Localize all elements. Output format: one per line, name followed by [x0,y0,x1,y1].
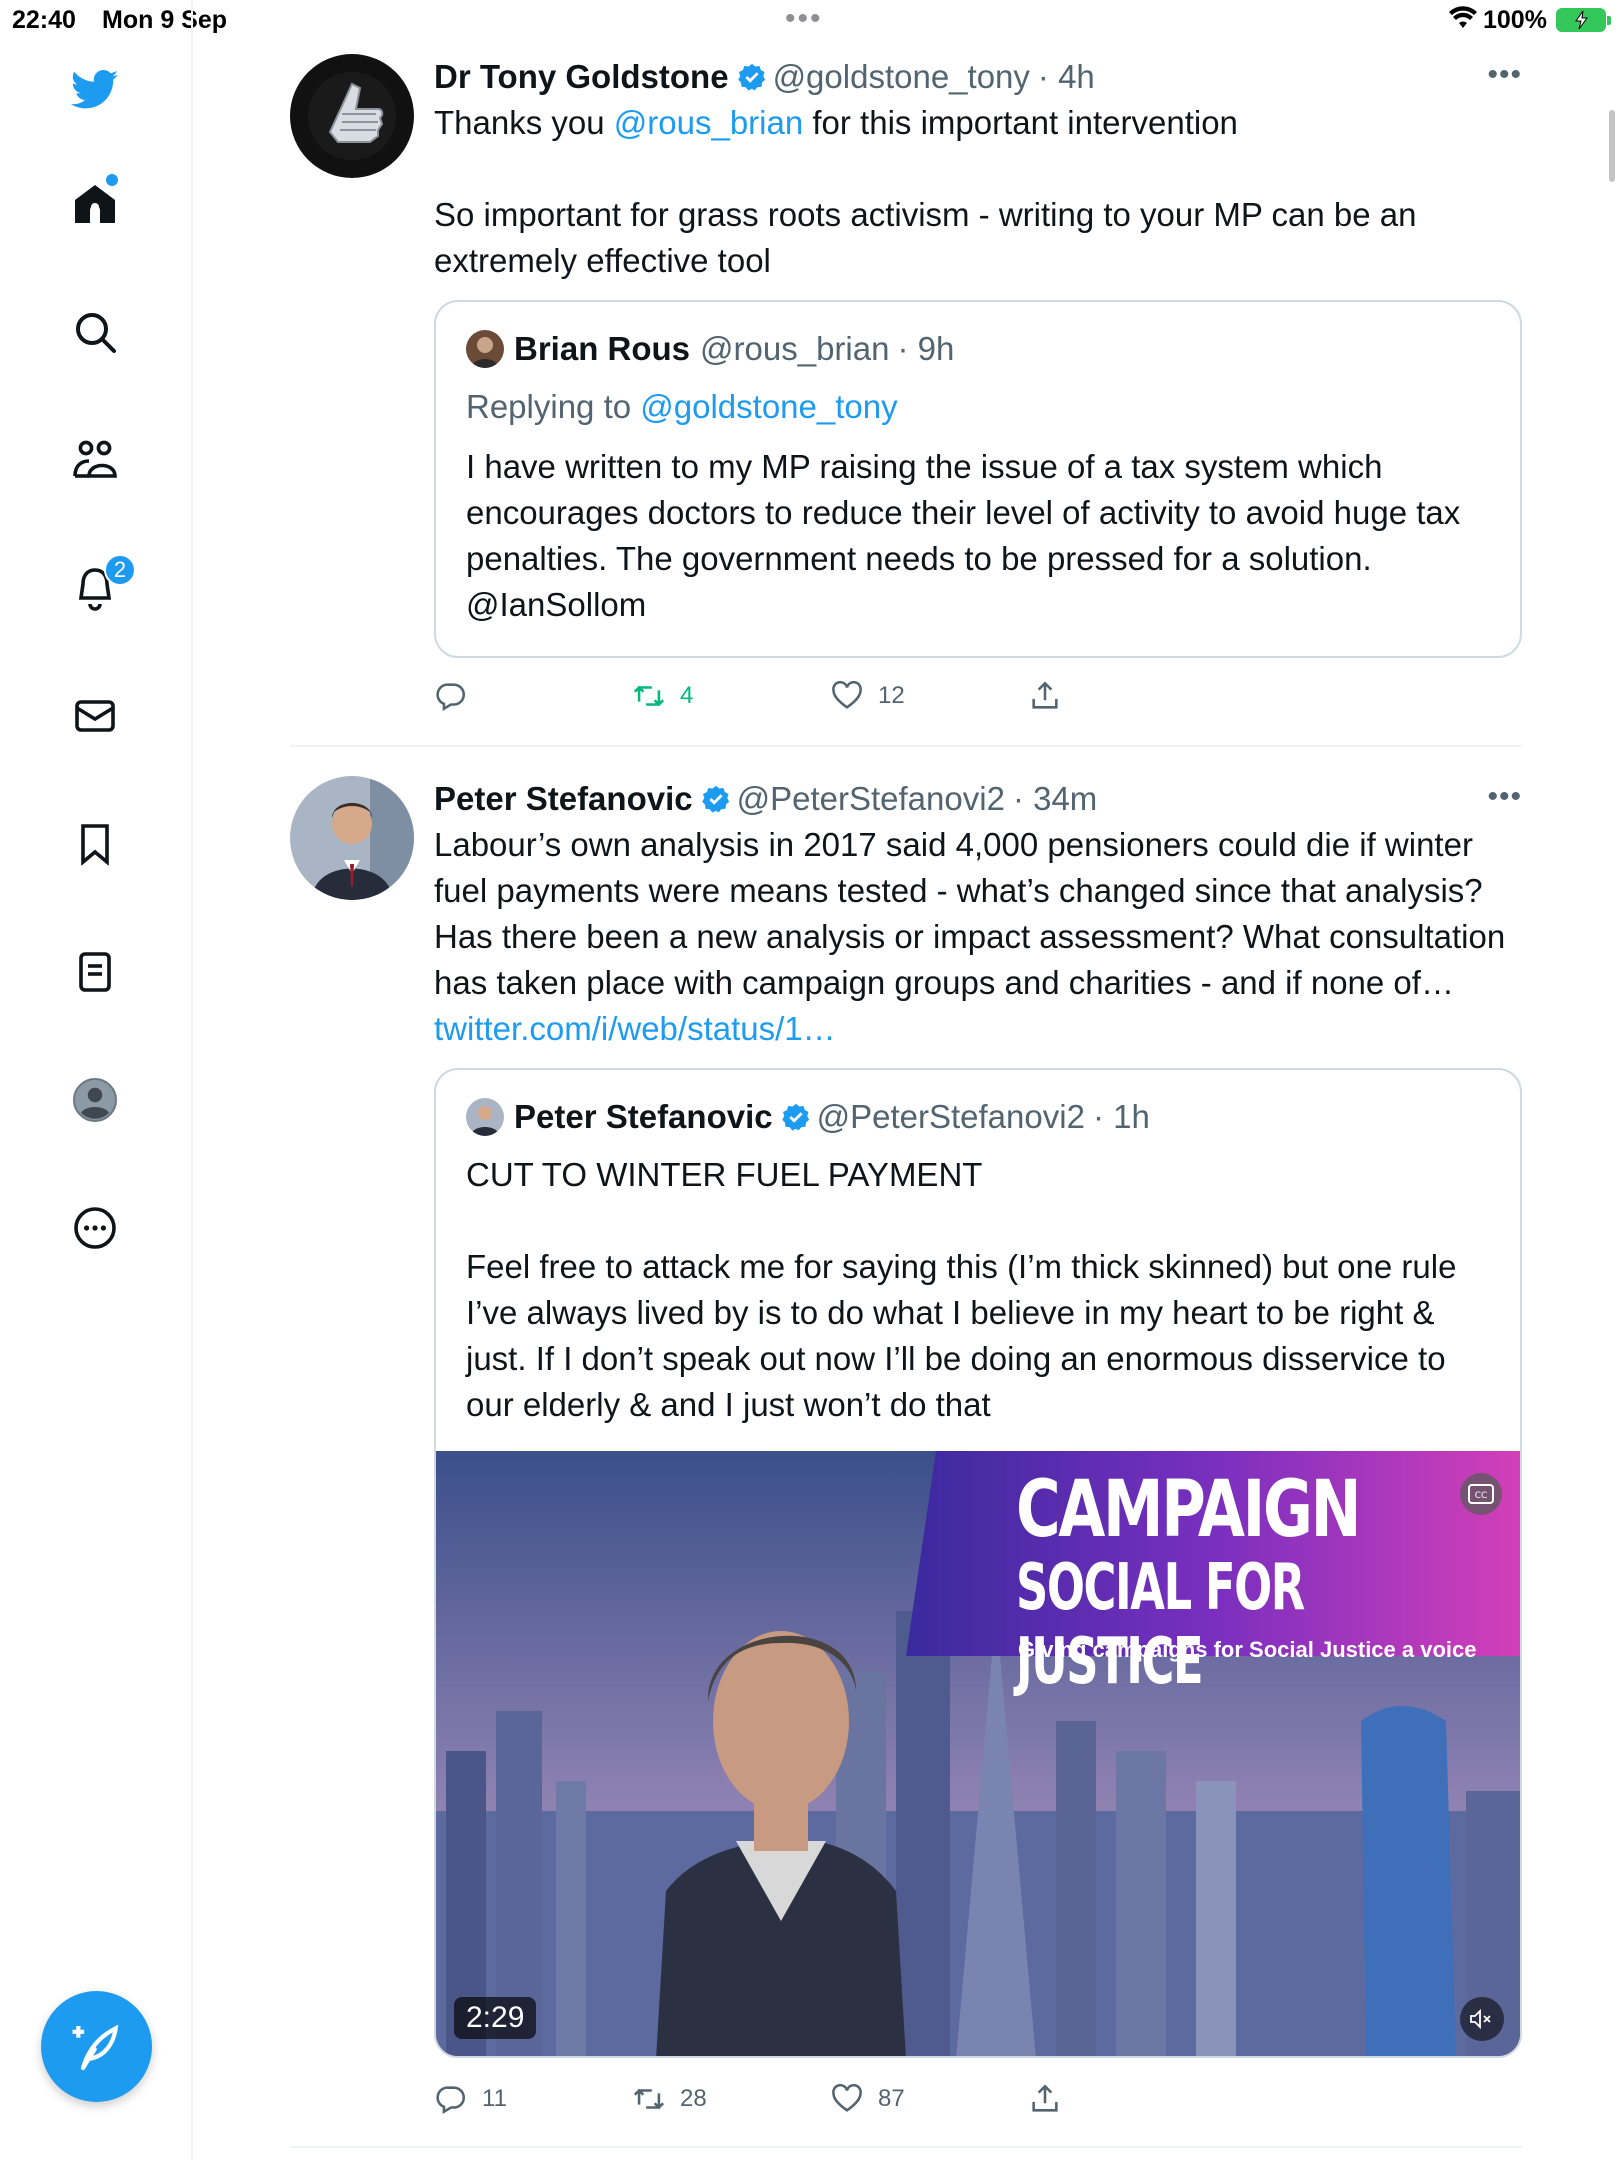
battery-percent: 100% [1483,6,1547,34]
tweet-header: Dr Tony Goldstone @goldstone_tony · 4h [434,54,1522,100]
quoted-tweet-text: I have written to my MP raising the issu… [466,448,1470,623]
tweet-link[interactable]: twitter.com/i/web/status/1… [434,1010,836,1047]
profile-icon[interactable] [66,1071,124,1129]
compose-tweet-icon [72,2024,118,2070]
quoted-avatar [466,330,504,368]
quoted-author-name: Peter Stefanovic [514,1098,773,1135]
quoted-tweet[interactable]: Brian Rous @rous_brian · 9h Replying to … [434,300,1522,658]
heart-icon [832,680,862,709]
tweet-actions: 11 28 87 [434,2082,1134,2122]
verified-badge-icon [701,785,729,813]
sidebar-nav: 2 [0,0,193,2160]
author-name[interactable]: Peter Stefanovic [434,780,693,818]
retweet-count: 28 [680,2085,707,2112]
replying-label: Replying to [466,388,641,425]
reply-icon [436,683,466,712]
video-duration: 2:29 [454,1997,537,2039]
quoted-author-handle: @PeterStefanovi2 [816,1098,1085,1135]
share-button[interactable] [1028,2082,1062,2116]
video-banner-subtitle: SOCIAL FOR JUSTICE [1016,1551,1305,1699]
video-player[interactable]: CAMPAIGN SOCIAL FOR JUSTICE Giving campa… [436,1451,1520,2056]
twitter-logo-icon[interactable] [66,60,124,118]
retweet-count: 4 [680,682,694,709]
quoted-avatar [466,1098,504,1136]
tweet-header: Peter Stefanovic @PeterStefanovi2 · 34m [434,776,1522,822]
quoted-tweet-time: · 1h [1092,1098,1150,1135]
avatar[interactable] [290,54,414,178]
captions-icon: CC [1468,1484,1494,1504]
retweet-button[interactable]: 28 [632,2082,707,2116]
quoted-tweet[interactable]: Peter Stefanovic @PeterStefanovi2 · 1h C… [434,1068,1522,2058]
tweet[interactable]: Dr Tony Goldstone @goldstone_tony · 4h •… [290,54,1522,714]
tweet-text: Labour’s own analysis in 2017 said 4,000… [434,822,1522,1052]
tweet-actions: 4 12 [434,679,1134,719]
author-handle[interactable]: @PeterStefanovi2 [737,780,1005,818]
status-bar: 22:40 Mon 9 Sep ••• 100% [0,0,1620,40]
more-icon[interactable] [66,1199,124,1257]
battery-icon [1556,8,1611,32]
tweet-time[interactable]: · 4h [1038,58,1095,96]
captions-button[interactable]: CC [1460,1473,1502,1515]
like-count: 87 [878,2085,905,2112]
tweet-text: Thanks you @rous_brian for this importan… [434,100,1522,284]
more-options-icon[interactable]: ••• [1487,58,1522,92]
communities-icon[interactable] [66,431,124,489]
retweet-icon [633,2088,665,2110]
tweet-text-main: Labour’s own analysis in 2017 said 4,000… [434,826,1515,1001]
svg-text:CC: CC [1475,1491,1488,1501]
share-icon [1032,2084,1058,2112]
scrollbar[interactable] [1609,110,1615,182]
muted-speaker-icon [1470,2008,1491,2030]
tweet[interactable]: Peter Stefanovic @PeterStefanovi2 · 34m … [290,776,1522,2146]
quoted-tweet-time: · 9h [897,330,955,367]
notifications-badge: 2 [104,554,136,586]
compose-tweet-button[interactable] [41,1991,152,2102]
tweet-time[interactable]: · 34m [1013,780,1097,818]
lists-icon[interactable] [66,943,124,1001]
heart-icon [832,2083,862,2112]
mute-button[interactable] [1460,1997,1504,2041]
replying-to: Replying to @goldstone_tony [466,384,1496,430]
like-button[interactable]: 12 [830,679,905,713]
search-icon[interactable] [66,303,124,361]
quoted-tweet-text: CUT TO WINTER FUEL PAYMENT Feel free to … [466,1156,1457,1423]
quoted-tweet-header: Peter Stefanovic @PeterStefanovi2 · 1h [466,1098,1150,1136]
video-banner-title: CAMPAIGN [1016,1465,1361,1555]
author-handle[interactable]: @goldstone_tony [773,58,1030,96]
tweet-divider [290,2146,1522,2148]
share-button[interactable] [1028,679,1062,713]
avatar[interactable] [290,776,414,900]
video-banner-tagline: Giving campaigns for Social Justice a vo… [1018,1637,1477,1662]
tweet-text-prefix: Thanks you [434,104,614,141]
mention-link[interactable]: @rous_brian [614,104,803,141]
quoted-tweet-header: Brian Rous @rous_brian · 9h [466,330,954,368]
verified-badge-icon [737,63,765,91]
reply-button[interactable] [434,679,482,713]
reply-count: 11 [482,2085,507,2112]
more-options-icon[interactable]: ••• [1487,780,1522,814]
reply-icon [436,2086,466,2115]
wifi-icon [1449,6,1477,28]
reply-button[interactable]: 11 [434,2082,507,2116]
replying-to-link[interactable]: @goldstone_tony [640,388,897,425]
home-unread-dot [106,174,118,186]
bookmarks-icon[interactable] [66,815,124,873]
quoted-author-name: Brian Rous [514,330,691,367]
author-name[interactable]: Dr Tony Goldstone [434,58,729,96]
messages-icon[interactable] [66,687,124,745]
share-icon [1032,681,1058,709]
quoted-author-handle: @rous_brian [700,330,890,367]
retweet-icon [633,685,665,707]
tweet-divider [290,745,1522,747]
multitasking-dots-icon[interactable]: ••• [785,2,823,36]
like-count: 12 [878,682,905,709]
verified-badge-icon [781,1103,809,1131]
like-button[interactable]: 87 [830,2082,905,2116]
retweet-button[interactable]: 4 [632,679,693,713]
